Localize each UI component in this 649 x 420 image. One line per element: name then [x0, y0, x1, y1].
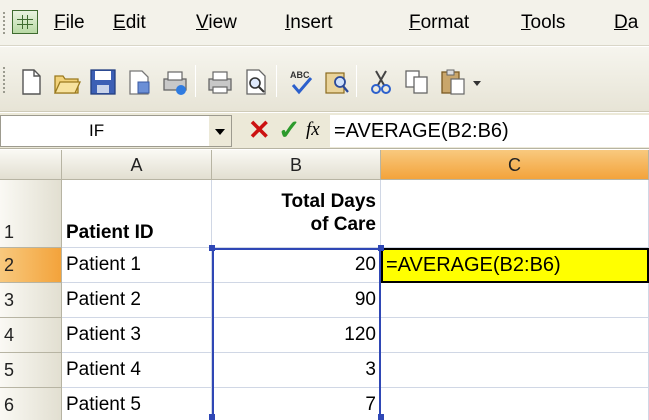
- cell-c2-editing[interactable]: =AVERAGE(B2:B6): [381, 248, 649, 283]
- name-box-dropdown-icon[interactable]: [209, 116, 231, 146]
- cell-a3[interactable]: Patient 2: [62, 283, 212, 318]
- toolbar-separator: [276, 65, 277, 97]
- row-header-6[interactable]: 6: [0, 388, 62, 420]
- cell-c5[interactable]: [381, 353, 649, 388]
- print-preview-icon[interactable]: [241, 67, 271, 97]
- cancel-icon[interactable]: ✕: [248, 114, 271, 146]
- insert-function-icon[interactable]: fx: [306, 116, 320, 144]
- cell-a4[interactable]: Patient 3: [62, 318, 212, 353]
- copy-icon[interactable]: [402, 67, 432, 97]
- row-header-4[interactable]: 4: [0, 318, 62, 353]
- row-header-3[interactable]: 3: [0, 283, 62, 318]
- menu-file[interactable]: File: [54, 11, 85, 35]
- cell-a6[interactable]: Patient 5: [62, 388, 212, 420]
- cut-icon[interactable]: [366, 67, 396, 97]
- cell-b3[interactable]: 90: [212, 283, 381, 318]
- cell-b1-line2: of Care: [310, 214, 376, 235]
- toolbar-separator: [195, 65, 196, 97]
- range-handle-bottom-right[interactable]: [378, 414, 384, 420]
- column-header-c[interactable]: C: [381, 150, 649, 180]
- range-handle-top-left[interactable]: [209, 245, 215, 251]
- menu-insert[interactable]: Insert: [285, 11, 333, 35]
- cell-c6[interactable]: [381, 388, 649, 420]
- worksheet-grid: A B C 1 Patient ID Total Days of Care 2 …: [0, 150, 649, 420]
- menu-format[interactable]: Format: [409, 11, 469, 35]
- cell-a1[interactable]: Patient ID: [62, 180, 212, 248]
- name-box[interactable]: IF: [0, 115, 232, 147]
- cell-c3[interactable]: [381, 283, 649, 318]
- cell-b5[interactable]: 3: [212, 353, 381, 388]
- cell-a2[interactable]: Patient 1: [62, 248, 212, 283]
- open-icon[interactable]: [52, 67, 82, 97]
- row-header-1[interactable]: 1: [0, 180, 62, 248]
- formula-bar: IF ✕ ✓ fx =AVERAGE(B2:B6): [0, 113, 649, 149]
- standard-toolbar: ABC: [0, 47, 649, 112]
- menu-bar: File Edit View Insert Format Tools Da: [0, 0, 649, 46]
- menu-edit[interactable]: Edit: [113, 11, 146, 35]
- row-header-2[interactable]: 2: [0, 248, 62, 283]
- svg-text:ABC: ABC: [290, 70, 310, 80]
- cell-b2[interactable]: 20: [212, 248, 381, 283]
- cell-b1-line1: Total Days: [281, 191, 376, 212]
- name-box-value: IF: [89, 121, 105, 140]
- permission-icon[interactable]: [124, 67, 154, 97]
- paste-options-dropdown-icon[interactable]: [470, 67, 484, 97]
- cell-c1[interactable]: [381, 180, 649, 248]
- paste-icon[interactable]: [438, 67, 468, 97]
- cell-b4[interactable]: 120: [212, 318, 381, 353]
- research-icon[interactable]: [322, 67, 352, 97]
- cell-c4[interactable]: [381, 318, 649, 353]
- column-header-b[interactable]: B: [212, 150, 381, 180]
- new-icon[interactable]: [16, 67, 46, 97]
- cell-b6[interactable]: 7: [212, 388, 381, 420]
- toolbar-separator: [356, 65, 357, 97]
- range-handle-bottom-left[interactable]: [209, 414, 215, 420]
- menu-view[interactable]: View: [196, 11, 237, 35]
- select-all-corner[interactable]: [0, 150, 62, 180]
- save-icon[interactable]: [88, 67, 118, 97]
- cell-a5[interactable]: Patient 4: [62, 353, 212, 388]
- excel-app-icon[interactable]: [12, 10, 38, 34]
- menu-data[interactable]: Da: [614, 11, 638, 35]
- column-header-a[interactable]: A: [62, 150, 212, 180]
- print-icon[interactable]: [205, 67, 235, 97]
- print-permission-icon[interactable]: [160, 67, 190, 97]
- enter-check-icon[interactable]: ✓: [278, 114, 301, 146]
- cell-b1[interactable]: Total Days of Care: [212, 180, 381, 248]
- row-header-5[interactable]: 5: [0, 353, 62, 388]
- formula-input[interactable]: =AVERAGE(B2:B6): [330, 115, 649, 147]
- menu-tools[interactable]: Tools: [521, 11, 565, 35]
- range-handle-top-right[interactable]: [378, 245, 384, 251]
- spelling-icon[interactable]: ABC: [286, 67, 316, 97]
- menu-grip[interactable]: [3, 12, 6, 34]
- toolbar-grip[interactable]: [3, 67, 6, 93]
